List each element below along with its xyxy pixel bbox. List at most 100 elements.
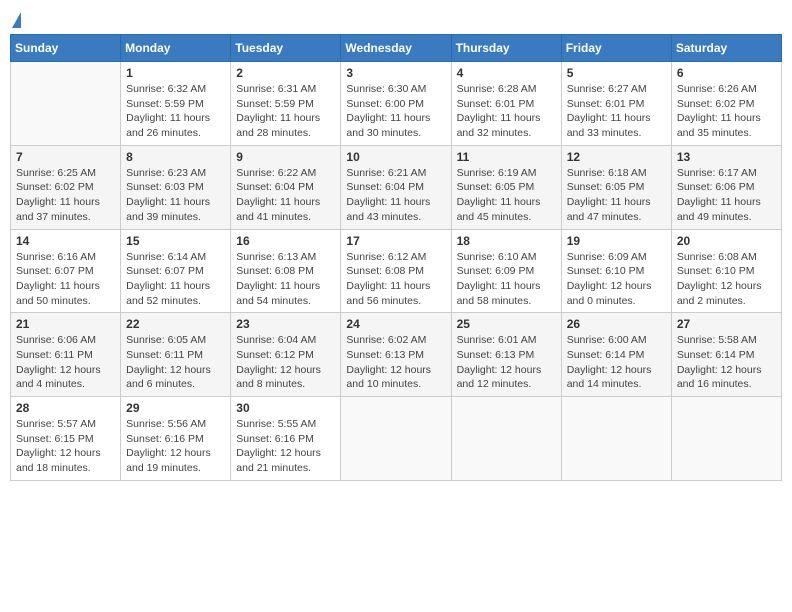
day-cell: 20 Sunrise: 6:08 AM Sunset: 6:10 PM Dayli… <box>671 229 781 313</box>
day-number: 11 <box>457 150 556 164</box>
day-number: 21 <box>16 317 115 331</box>
day-cell: 9 Sunrise: 6:22 AM Sunset: 6:04 PM Daylig… <box>231 145 341 229</box>
day-info: Sunrise: 6:06 AM Sunset: 6:11 PM Dayligh… <box>16 333 115 392</box>
day-info: Sunrise: 6:13 AM Sunset: 6:08 PM Dayligh… <box>236 250 335 309</box>
day-cell <box>671 397 781 481</box>
day-cell <box>341 397 451 481</box>
day-cell: 27 Sunrise: 5:58 AM Sunset: 6:14 PM Dayli… <box>671 313 781 397</box>
day-info: Sunrise: 6:04 AM Sunset: 6:12 PM Dayligh… <box>236 333 335 392</box>
day-number: 2 <box>236 66 335 80</box>
day-cell: 22 Sunrise: 6:05 AM Sunset: 6:11 PM Dayli… <box>121 313 231 397</box>
day-info: Sunrise: 6:08 AM Sunset: 6:10 PM Dayligh… <box>677 250 776 309</box>
header <box>10 10 782 28</box>
day-number: 27 <box>677 317 776 331</box>
day-info: Sunrise: 6:09 AM Sunset: 6:10 PM Dayligh… <box>567 250 666 309</box>
day-number: 26 <box>567 317 666 331</box>
day-cell: 10 Sunrise: 6:21 AM Sunset: 6:04 PM Dayli… <box>341 145 451 229</box>
day-cell: 7 Sunrise: 6:25 AM Sunset: 6:02 PM Daylig… <box>11 145 121 229</box>
day-info: Sunrise: 6:26 AM Sunset: 6:02 PM Dayligh… <box>677 82 776 141</box>
day-info: Sunrise: 5:55 AM Sunset: 6:16 PM Dayligh… <box>236 417 335 476</box>
day-number: 9 <box>236 150 335 164</box>
day-cell: 12 Sunrise: 6:18 AM Sunset: 6:05 PM Dayli… <box>561 145 671 229</box>
day-info: Sunrise: 6:27 AM Sunset: 6:01 PM Dayligh… <box>567 82 666 141</box>
day-cell: 18Sunrise: 6:10 AM Sunset: 6:09 PM Dayli… <box>451 229 561 313</box>
day-info: Sunrise: 6:05 AM Sunset: 6:11 PM Dayligh… <box>126 333 225 392</box>
day-number: 4 <box>457 66 556 80</box>
week-row-2: 7 Sunrise: 6:25 AM Sunset: 6:02 PM Daylig… <box>11 145 782 229</box>
day-number: 18 <box>457 234 556 248</box>
week-row-1: 1 Sunrise: 6:32 AM Sunset: 5:59 PM Daylig… <box>11 62 782 146</box>
header-cell-friday: Friday <box>561 35 671 62</box>
header-cell-sunday: Sunday <box>11 35 121 62</box>
day-cell: 26 Sunrise: 6:00 AM Sunset: 6:14 PM Dayli… <box>561 313 671 397</box>
day-cell: 28 Sunrise: 5:57 AM Sunset: 6:15 PM Dayli… <box>11 397 121 481</box>
day-number: 17 <box>346 234 445 248</box>
day-cell <box>451 397 561 481</box>
day-number: 12 <box>567 150 666 164</box>
day-number: 29 <box>126 401 225 415</box>
day-number: 15 <box>126 234 225 248</box>
day-number: 24 <box>346 317 445 331</box>
day-info: Sunrise: 6:28 AM Sunset: 6:01 PM Dayligh… <box>457 82 556 141</box>
day-number: 23 <box>236 317 335 331</box>
logo <box>10 10 21 28</box>
day-info: Sunrise: 6:25 AM Sunset: 6:02 PM Dayligh… <box>16 166 115 225</box>
day-info: Sunrise: 6:02 AM Sunset: 6:13 PM Dayligh… <box>346 333 445 392</box>
day-info: Sunrise: 6:01 AM Sunset: 6:13 PM Dayligh… <box>457 333 556 392</box>
day-cell: 5 Sunrise: 6:27 AM Sunset: 6:01 PM Daylig… <box>561 62 671 146</box>
day-info: Sunrise: 5:58 AM Sunset: 6:14 PM Dayligh… <box>677 333 776 392</box>
day-info: Sunrise: 6:00 AM Sunset: 6:14 PM Dayligh… <box>567 333 666 392</box>
day-cell: 15Sunrise: 6:14 AM Sunset: 6:07 PM Dayli… <box>121 229 231 313</box>
week-row-4: 21 Sunrise: 6:06 AM Sunset: 6:11 PM Dayli… <box>11 313 782 397</box>
day-number: 25 <box>457 317 556 331</box>
day-info: Sunrise: 6:16 AM Sunset: 6:07 PM Dayligh… <box>16 250 115 309</box>
day-cell: 19 Sunrise: 6:09 AM Sunset: 6:10 PM Dayli… <box>561 229 671 313</box>
day-cell: 11 Sunrise: 6:19 AM Sunset: 6:05 PM Dayli… <box>451 145 561 229</box>
day-number: 7 <box>16 150 115 164</box>
day-cell <box>561 397 671 481</box>
day-info: Sunrise: 5:57 AM Sunset: 6:15 PM Dayligh… <box>16 417 115 476</box>
day-number: 19 <box>567 234 666 248</box>
day-cell: 24 Sunrise: 6:02 AM Sunset: 6:13 PM Dayli… <box>341 313 451 397</box>
day-cell: 1 Sunrise: 6:32 AM Sunset: 5:59 PM Daylig… <box>121 62 231 146</box>
day-number: 22 <box>126 317 225 331</box>
day-cell <box>11 62 121 146</box>
day-number: 3 <box>346 66 445 80</box>
day-cell: 6 Sunrise: 6:26 AM Sunset: 6:02 PM Daylig… <box>671 62 781 146</box>
day-cell: 2 Sunrise: 6:31 AM Sunset: 5:59 PM Daylig… <box>231 62 341 146</box>
day-number: 20 <box>677 234 776 248</box>
header-cell-wednesday: Wednesday <box>341 35 451 62</box>
day-cell: 3 Sunrise: 6:30 AM Sunset: 6:00 PM Daylig… <box>341 62 451 146</box>
day-cell: 16Sunrise: 6:13 AM Sunset: 6:08 PM Dayli… <box>231 229 341 313</box>
header-cell-thursday: Thursday <box>451 35 561 62</box>
day-info: Sunrise: 6:12 AM Sunset: 6:08 PM Dayligh… <box>346 250 445 309</box>
day-cell: 30Sunrise: 5:55 AM Sunset: 6:16 PM Dayli… <box>231 397 341 481</box>
day-number: 6 <box>677 66 776 80</box>
header-cell-tuesday: Tuesday <box>231 35 341 62</box>
day-number: 1 <box>126 66 225 80</box>
day-cell: 14Sunrise: 6:16 AM Sunset: 6:07 PM Dayli… <box>11 229 121 313</box>
day-info: Sunrise: 6:17 AM Sunset: 6:06 PM Dayligh… <box>677 166 776 225</box>
day-info: Sunrise: 5:56 AM Sunset: 6:16 PM Dayligh… <box>126 417 225 476</box>
day-info: Sunrise: 6:32 AM Sunset: 5:59 PM Dayligh… <box>126 82 225 141</box>
day-info: Sunrise: 6:18 AM Sunset: 6:05 PM Dayligh… <box>567 166 666 225</box>
header-cell-monday: Monday <box>121 35 231 62</box>
day-number: 8 <box>126 150 225 164</box>
day-info: Sunrise: 6:19 AM Sunset: 6:05 PM Dayligh… <box>457 166 556 225</box>
week-row-5: 28 Sunrise: 5:57 AM Sunset: 6:15 PM Dayli… <box>11 397 782 481</box>
day-cell: 29 Sunrise: 5:56 AM Sunset: 6:16 PM Dayli… <box>121 397 231 481</box>
day-number: 5 <box>567 66 666 80</box>
day-info: Sunrise: 6:22 AM Sunset: 6:04 PM Dayligh… <box>236 166 335 225</box>
calendar-table: SundayMondayTuesdayWednesdayThursdayFrid… <box>10 34 782 481</box>
day-number: 28 <box>16 401 115 415</box>
day-info: Sunrise: 6:30 AM Sunset: 6:00 PM Dayligh… <box>346 82 445 141</box>
week-row-3: 14Sunrise: 6:16 AM Sunset: 6:07 PM Dayli… <box>11 229 782 313</box>
logo-triangle-icon <box>12 12 21 28</box>
day-cell: 13Sunrise: 6:17 AM Sunset: 6:06 PM Dayli… <box>671 145 781 229</box>
day-info: Sunrise: 6:21 AM Sunset: 6:04 PM Dayligh… <box>346 166 445 225</box>
header-cell-saturday: Saturday <box>671 35 781 62</box>
day-info: Sunrise: 6:31 AM Sunset: 5:59 PM Dayligh… <box>236 82 335 141</box>
day-cell: 17 Sunrise: 6:12 AM Sunset: 6:08 PM Dayli… <box>341 229 451 313</box>
day-cell: 4 Sunrise: 6:28 AM Sunset: 6:01 PM Daylig… <box>451 62 561 146</box>
day-number: 10 <box>346 150 445 164</box>
